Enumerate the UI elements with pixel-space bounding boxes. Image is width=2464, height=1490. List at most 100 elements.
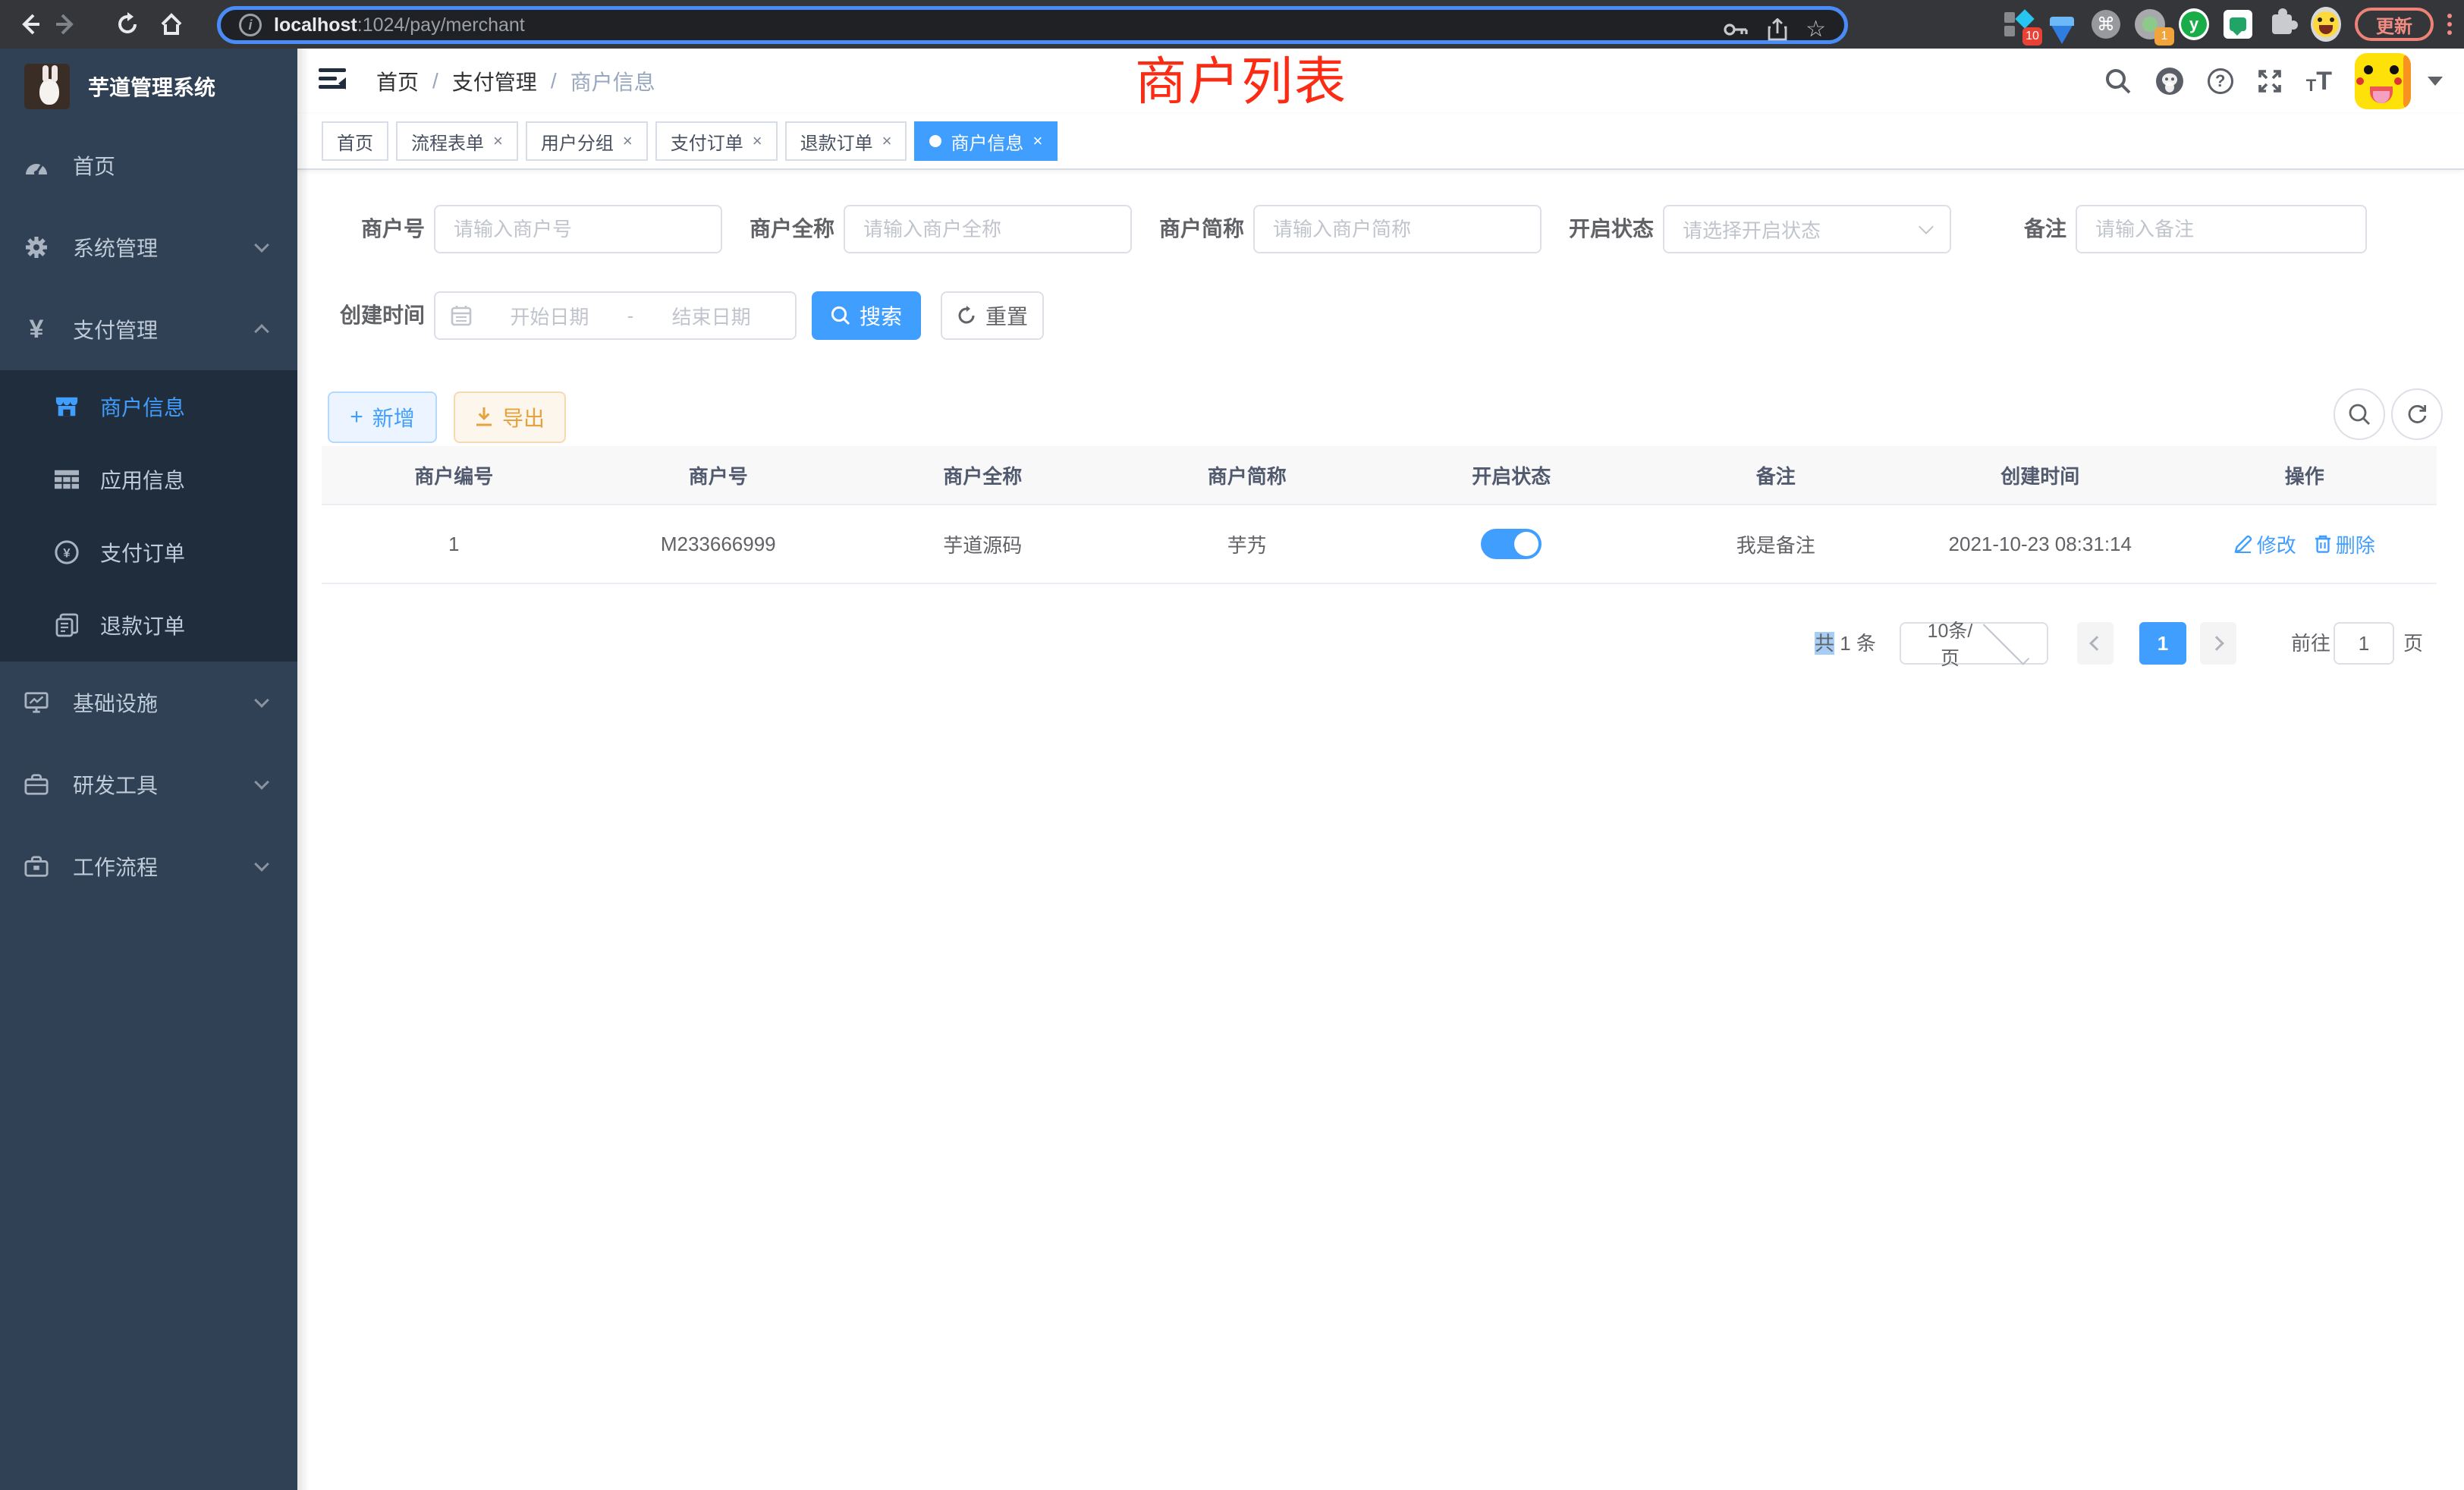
sidebar-collapse-icon[interactable] [319, 68, 346, 93]
browser-back-icon[interactable] [15, 0, 46, 49]
sidebar-item-label: 商户信息 [100, 391, 185, 422]
app-title: 芋道管理系统 [88, 71, 215, 102]
col-header: 开启状态 [1379, 446, 1644, 504]
next-page-button[interactable] [2200, 622, 2236, 665]
breadcrumb-separator: / [432, 69, 438, 93]
dashboard-icon [24, 155, 49, 176]
page-unit-label: 页 [2403, 622, 2423, 665]
extension-recorder-icon[interactable]: 1 [2135, 9, 2165, 39]
close-icon[interactable]: × [882, 131, 892, 151]
col-header: 商户全称 [850, 446, 1115, 504]
sidebar-item-home[interactable]: 首页 [0, 124, 297, 206]
edit-link[interactable]: 修改 [2234, 530, 2296, 558]
sidebar-item-pay[interactable]: ¥ 支付管理 [0, 288, 297, 370]
table-refresh-icon-button[interactable] [2391, 388, 2443, 440]
bookmark-star-icon[interactable]: ☆ [1806, 18, 1826, 41]
start-date-placeholder: 开始日期 [481, 302, 618, 330]
browser-forward-icon[interactable] [50, 0, 80, 49]
tag-pay-order[interactable]: 支付订单× [655, 121, 778, 161]
close-icon[interactable]: × [493, 131, 503, 151]
browser-profile-avatar[interactable] [2311, 9, 2341, 39]
extensions-puzzle-icon[interactable] [2267, 9, 2297, 39]
sidebar-item-system[interactable]: 系统管理 [0, 206, 297, 288]
sidebar-item-merchant-info[interactable]: 商户信息 [0, 370, 297, 443]
browser-update-button[interactable]: 更新 [2355, 8, 2434, 41]
sidebar-item-refund-order[interactable]: 退款订单 [0, 589, 297, 662]
status-toggle[interactable] [1481, 529, 1542, 559]
status-label: 开启状态 [1487, 205, 1654, 253]
cell-id: 1 [322, 505, 586, 583]
search-button[interactable]: 搜索 [812, 291, 921, 340]
breadcrumb-separator: / [551, 69, 557, 93]
remark-input[interactable] [2076, 205, 2367, 253]
extension-badge: 10 [2022, 27, 2042, 46]
tag-merchant-info[interactable]: 商户信息× [914, 121, 1058, 161]
share-icon[interactable] [1768, 18, 1787, 41]
trash-icon [2315, 535, 2331, 553]
create-time-range-picker[interactable]: 开始日期 - 结束日期 [434, 291, 797, 340]
extension-badge: 1 [2154, 27, 2174, 46]
goto-page-input[interactable] [2334, 622, 2394, 665]
sidebar-item-workflow[interactable]: 工作流程 [0, 825, 297, 907]
browser-menu-icon[interactable] [2447, 14, 2452, 35]
close-icon[interactable]: × [1032, 131, 1042, 151]
chevron-down-icon [254, 775, 269, 790]
export-button[interactable]: 导出 [454, 391, 566, 443]
sidebar-item-label: 支付管理 [73, 314, 158, 344]
create-time-label: 创建时间 [258, 291, 425, 340]
extension-command-icon[interactable]: ⌘ [2091, 9, 2121, 39]
prev-page-button[interactable] [2077, 622, 2114, 665]
github-icon[interactable] [2154, 66, 2185, 96]
add-button[interactable]: + 新增 [328, 391, 437, 443]
sidebar-item-infra[interactable]: 基础设施 [0, 662, 297, 743]
col-header: 备注 [1644, 446, 1909, 504]
main-area: 首页 / 支付管理 / 商户信息 商户列表 ? TT [297, 49, 2464, 1490]
col-header: 创建时间 [1908, 446, 2173, 504]
extension-chat-icon[interactable] [2223, 9, 2253, 39]
briefcase-icon [24, 855, 49, 878]
tag-user-group[interactable]: 用户分组× [526, 121, 648, 161]
extension-gem-icon[interactable] [2047, 9, 2077, 39]
browser-home-icon[interactable] [156, 0, 187, 49]
close-icon[interactable]: × [623, 131, 633, 151]
table-search-icon-button[interactable] [2334, 388, 2385, 440]
user-avatar[interactable] [2355, 53, 2411, 109]
search-icon[interactable] [2104, 68, 2132, 95]
grid-icon [55, 470, 79, 489]
sidebar-item-app-info[interactable]: 应用信息 [0, 443, 297, 516]
tag-refund-order[interactable]: 退款订单× [785, 121, 907, 161]
monitor-chart-icon [24, 691, 49, 714]
app-logo[interactable]: 芋道管理系统 [0, 49, 297, 124]
delete-link[interactable]: 删除 [2315, 530, 2375, 558]
breadcrumb-home[interactable]: 首页 [376, 66, 419, 96]
pay-submenu: 商户信息 应用信息 ¥ 支付订单 退款订单 [0, 370, 297, 662]
extension-blocks-icon[interactable]: 10 [2003, 9, 2033, 39]
merchant-table: 商户编号 商户号 商户全称 商户简称 开启状态 备注 创建时间 操作 1 M23… [322, 446, 2437, 584]
sidebar-item-label: 研发工具 [73, 769, 158, 800]
search-icon [831, 306, 850, 325]
address-bar[interactable]: i localhost:1024/pay/merchant ☆ [217, 6, 1848, 44]
current-page-button[interactable]: 1 [2139, 622, 2186, 665]
browser-reload-icon[interactable] [112, 0, 143, 49]
breadcrumb-pay[interactable]: 支付管理 [452, 66, 537, 96]
font-size-icon[interactable]: TT [2306, 68, 2332, 94]
fullscreen-icon[interactable] [2256, 68, 2283, 95]
total-count: 共 1 条 [1815, 622, 1876, 665]
site-info-icon[interactable]: i [239, 14, 262, 36]
help-icon[interactable]: ? [2208, 68, 2233, 94]
range-separator: - [627, 304, 634, 328]
sidebar-item-pay-order[interactable]: ¥ 支付订单 [0, 516, 297, 589]
close-icon[interactable]: × [753, 131, 762, 151]
avatar-caret-icon[interactable] [2428, 77, 2443, 86]
reset-button[interactable]: 重置 [941, 291, 1044, 340]
svg-text:¥: ¥ [63, 546, 71, 561]
extension-y-icon[interactable]: y [2179, 9, 2209, 39]
tag-home[interactable]: 首页 [322, 121, 388, 161]
cell-short-name: 芋艿 [1115, 505, 1380, 583]
sidebar-item-devtools[interactable]: 研发工具 [0, 743, 297, 825]
page-size-select[interactable]: 10条/页 [1900, 622, 2048, 665]
col-header: 操作 [2173, 446, 2437, 504]
remark-label: 备注 [1900, 205, 2066, 253]
key-icon[interactable] [1724, 20, 1749, 39]
tag-process-form[interactable]: 流程表单× [396, 121, 518, 161]
